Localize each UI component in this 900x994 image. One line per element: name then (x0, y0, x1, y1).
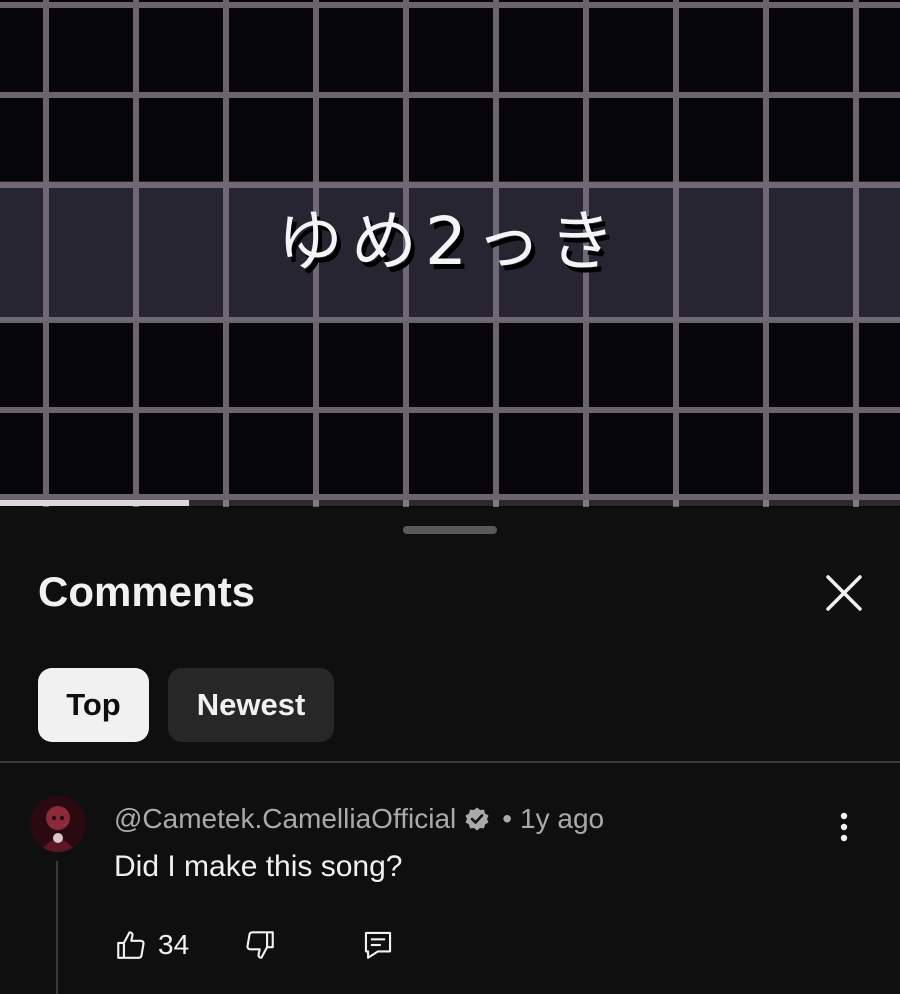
comment-time: 1y ago (520, 803, 605, 834)
dislike-button[interactable] (243, 928, 277, 962)
comment-item: @Cametek.CamelliaOfficial • 1y ago Did I… (0, 763, 900, 994)
avatar[interactable] (30, 796, 86, 852)
comment-actions: 34 (114, 923, 395, 967)
close-icon (826, 575, 862, 611)
more-options-button[interactable] (822, 805, 866, 849)
reply-comment-icon (365, 931, 392, 959)
meta-separator: • (502, 803, 513, 834)
comment-author[interactable]: @Cametek.CamelliaOfficial (114, 801, 456, 837)
video-title-text: ゆめ2っき (277, 203, 623, 280)
comment-text: Did I make this song? (114, 850, 403, 883)
thread-line (56, 861, 58, 994)
sort-chip-newest[interactable]: Newest (168, 668, 334, 742)
reply-button[interactable] (361, 928, 395, 962)
comment-meta: @Cametek.CamelliaOfficial • 1y ago (114, 801, 604, 837)
video-progress-fill (0, 500, 189, 506)
sort-chip-top[interactable]: Top (38, 668, 149, 742)
thumb-up-icon (117, 931, 145, 959)
video-player[interactable]: ゆめ2っき (0, 0, 900, 507)
video-progress-bar[interactable] (0, 500, 900, 506)
thumb-down-icon (246, 931, 274, 959)
close-button[interactable] (818, 567, 870, 619)
comments-sheet: Comments Top Newest @Cametek.CamelliaOff… (0, 507, 900, 994)
verified-badge-icon (464, 806, 490, 832)
drag-handle[interactable] (403, 526, 497, 534)
more-vert-icon (840, 812, 848, 842)
like-button[interactable]: 34 (114, 928, 189, 962)
comments-title: Comments (38, 568, 256, 615)
like-count: 34 (158, 929, 190, 960)
